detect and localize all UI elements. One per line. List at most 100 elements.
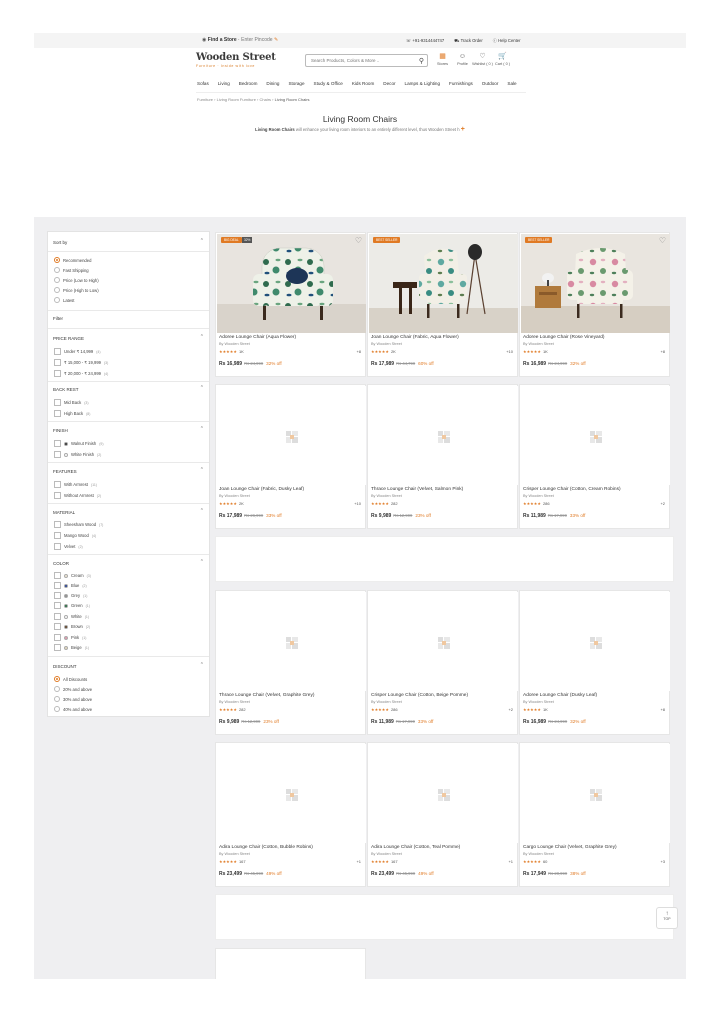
- checkbox[interactable]: [54, 370, 61, 377]
- checkbox[interactable]: [54, 543, 61, 550]
- variants-count[interactable]: +8: [660, 707, 665, 712]
- filter-high-back[interactable]: High Back (8): [54, 410, 90, 417]
- product-card[interactable]: Crisper Lounge Chair (Cotton, Beige Pomm…: [367, 590, 518, 735]
- radio-button[interactable]: [54, 696, 60, 702]
- product-name[interactable]: Joan Lounge Chair (Fabric, Dusky Leaf): [219, 487, 304, 492]
- filter-price-20000-24999[interactable]: ₹ 20,000 - ₹ 24,999 (4): [54, 370, 108, 377]
- filter-discount-40[interactable]: 40% and above: [54, 706, 92, 712]
- checkbox[interactable]: [54, 623, 61, 630]
- chevron-up-icon[interactable]: ⌃: [200, 334, 204, 340]
- chevron-up-icon[interactable]: ⌃: [200, 559, 204, 565]
- nav-sofas[interactable]: Sofas: [197, 81, 209, 86]
- radio-button[interactable]: [54, 287, 60, 293]
- product-card[interactable]: [215, 948, 366, 979]
- product-name[interactable]: Adoree Lounge Chair (Rose Vineyard): [523, 335, 605, 340]
- filter-without-armrest[interactable]: Without Armrest (2): [54, 492, 101, 499]
- radio-button[interactable]: [54, 676, 60, 682]
- nav-outdoor[interactable]: Outdoor: [482, 81, 499, 86]
- variants-count[interactable]: +3: [660, 859, 665, 864]
- checkbox[interactable]: [54, 451, 61, 458]
- product-image[interactable]: [521, 386, 670, 485]
- variants-count[interactable]: +1: [356, 859, 361, 864]
- product-card[interactable]: BEST SELLER Joan Lounge Chair (Fabric, A…: [367, 232, 518, 377]
- nav-bedroom[interactable]: Bedroom: [239, 81, 258, 86]
- radio-button[interactable]: [54, 257, 60, 263]
- help-center-link[interactable]: ⓘ Help Center: [493, 38, 521, 44]
- variants-count[interactable]: +8: [660, 349, 665, 354]
- nav-lamps-lighting[interactable]: Lamps & Lighting: [405, 81, 441, 86]
- chevron-up-icon[interactable]: ⌃: [200, 426, 204, 432]
- sort-option-fast-shipping[interactable]: Fast Shipping: [54, 267, 89, 273]
- nav-decor[interactable]: Decor: [383, 81, 395, 86]
- search-icon[interactable]: ⚲: [419, 57, 424, 65]
- wishlist-heart-icon[interactable]: ♡: [659, 236, 666, 245]
- chevron-up-icon[interactable]: ⌃: [200, 508, 204, 514]
- cart-button[interactable]: 🛒 Cart ( 0 ): [495, 53, 510, 66]
- product-card[interactable]: Thrace Lounge Chair (Velvet, Salmon Pink…: [367, 384, 518, 529]
- product-card[interactable]: Adoree Lounge Chair (Dusky Leaf) By Wood…: [519, 590, 670, 735]
- profile-button[interactable]: ☺ Profile: [456, 53, 469, 66]
- checkbox[interactable]: [54, 644, 61, 651]
- chevron-up-icon[interactable]: ⌃: [200, 238, 204, 244]
- product-image[interactable]: [369, 744, 518, 843]
- product-card[interactable]: Crisper Lounge Chair (Cotton, Cream Robi…: [519, 384, 670, 529]
- filter-color-pink[interactable]: Pink (1): [54, 634, 86, 641]
- product-name[interactable]: Adira Lounge Chair (Cotton, Teal Pomme): [371, 845, 460, 850]
- checkbox[interactable]: [54, 410, 61, 417]
- product-image[interactable]: [521, 744, 670, 843]
- product-card[interactable]: Thrace Lounge Chair (Velvet, Graphite Gr…: [215, 590, 366, 735]
- checkbox[interactable]: [54, 572, 61, 579]
- filter-color-blue[interactable]: Blue (2): [54, 582, 87, 589]
- product-name[interactable]: Thrace Lounge Chair (Velvet, Graphite Gr…: [219, 693, 314, 698]
- chevron-up-icon[interactable]: ⌃: [200, 385, 204, 391]
- filter-color-beige[interactable]: Beige (1): [54, 644, 89, 651]
- product-card[interactable]: BIG DEAL 32% ♡ Adoree Lounge Chair (Aqua…: [215, 232, 366, 377]
- product-name[interactable]: Crisper Lounge Chair (Cotton, Beige Pomm…: [371, 693, 468, 698]
- filter-discount-20[interactable]: 20% and above: [54, 686, 92, 692]
- checkbox[interactable]: [54, 582, 61, 589]
- product-image[interactable]: [369, 386, 518, 485]
- breadcrumb-item[interactable]: Living Room Furniture: [217, 97, 256, 102]
- chevron-up-icon[interactable]: ⌃: [200, 662, 204, 668]
- back-to-top-button[interactable]: ↑ TOP: [656, 907, 678, 929]
- chevron-up-icon[interactable]: ⌃: [200, 467, 204, 473]
- product-card[interactable]: Cargo Lounge Chair (Velvet, Graphite Gre…: [519, 742, 670, 887]
- filter-color-grey[interactable]: Grey (1): [54, 592, 87, 599]
- filter-color-brown[interactable]: Brown (2): [54, 623, 90, 630]
- edit-pincode-icon[interactable]: ✎: [274, 37, 278, 43]
- checkbox[interactable]: [54, 521, 61, 528]
- product-image[interactable]: BIG DEAL 32% ♡: [217, 234, 366, 333]
- variants-count[interactable]: +2: [660, 501, 665, 506]
- variants-count[interactable]: +1: [508, 859, 513, 864]
- sort-option-latest[interactable]: Latest: [54, 297, 74, 303]
- filter-white-finish[interactable]: White Finish (2): [54, 451, 101, 458]
- checkbox[interactable]: [54, 532, 61, 539]
- filter-walnut-finish[interactable]: Walnut Finish (9): [54, 440, 104, 447]
- product-card[interactable]: Adira Lounge Chair (Cotton, Bubble Robin…: [215, 742, 366, 887]
- variants-count[interactable]: +8: [356, 349, 361, 354]
- wishlist-button[interactable]: ♡ Wishlist ( 0 ): [472, 53, 493, 66]
- variants-count[interactable]: +2: [508, 707, 513, 712]
- radio-button[interactable]: [54, 686, 60, 692]
- nav-sale[interactable]: Sale: [507, 81, 516, 86]
- nav-dining[interactable]: Dining: [266, 81, 279, 86]
- product-name[interactable]: Crisper Lounge Chair (Cotton, Cream Robi…: [523, 487, 621, 492]
- filter-velvet[interactable]: Velvet (2): [54, 543, 83, 550]
- filter-mango-wood[interactable]: Mango Wood (4): [54, 532, 96, 539]
- product-image[interactable]: [217, 386, 366, 485]
- checkbox[interactable]: [54, 634, 61, 641]
- checkbox[interactable]: [54, 359, 61, 366]
- filter-with-armrest[interactable]: With Armrest (11): [54, 481, 97, 488]
- sort-option-price-low-high[interactable]: Price (Low to High): [54, 277, 99, 283]
- product-image[interactable]: [521, 592, 670, 691]
- product-image[interactable]: BEST SELLER: [369, 234, 518, 333]
- product-name[interactable]: Adira Lounge Chair (Cotton, Bubble Robin…: [219, 845, 313, 850]
- phone-link[interactable]: ☏ +91-9314444747: [406, 38, 444, 44]
- stores-button[interactable]: ▦ Stores: [436, 53, 449, 66]
- radio-button[interactable]: [54, 297, 60, 303]
- find-store-link[interactable]: ◉ Find a Store · Enter Pincode ✎: [202, 37, 278, 43]
- expand-description-icon[interactable]: +: [461, 126, 465, 133]
- checkbox[interactable]: [54, 481, 61, 488]
- track-order-link[interactable]: ⛟ Track Order: [454, 38, 483, 44]
- filter-mid-back[interactable]: Mid Back (3): [54, 399, 89, 406]
